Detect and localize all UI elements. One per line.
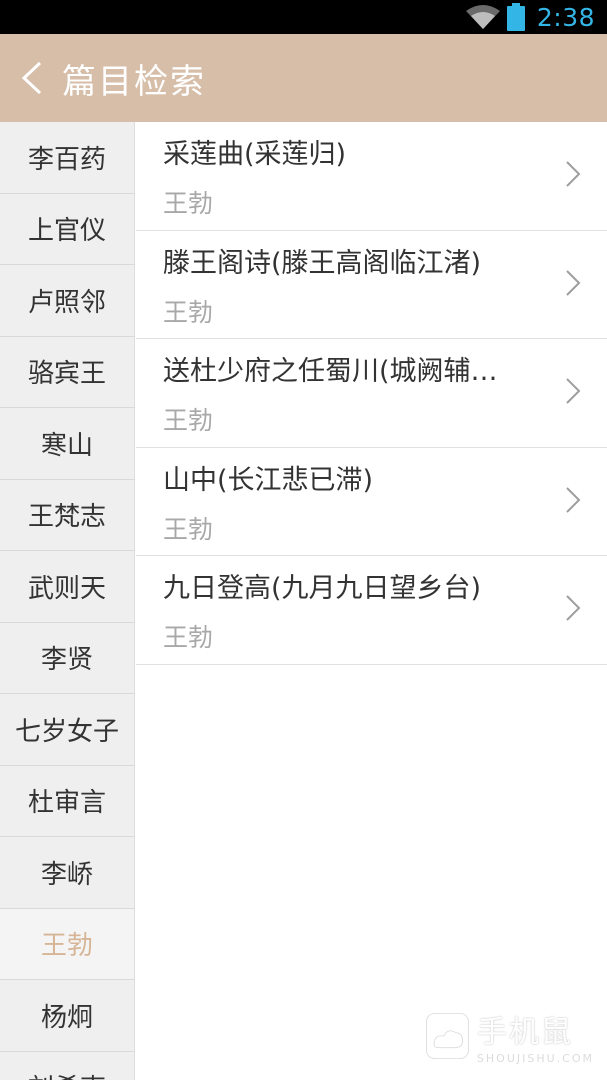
sidebar-item-poet[interactable]: 杜审言 <box>0 765 134 837</box>
sidebar-item-poet[interactable]: 刘希夷 <box>0 1051 134 1080</box>
poem-author: 王勃 <box>163 189 214 218</box>
poem-title: 山中(长江悲已滞) <box>163 464 374 496</box>
poem-title: 九日登高(九月九日望乡台) <box>163 573 482 604</box>
poem-author: 王勃 <box>163 514 214 544</box>
chevron-right-icon <box>566 269 581 296</box>
watermark-logo-icon <box>424 1011 471 1061</box>
wifi-icon <box>465 5 500 29</box>
back-button[interactable] <box>2 34 62 122</box>
sidebar-item-poet[interactable]: 上官仪 <box>0 193 134 265</box>
poem-author: 王勃 <box>163 406 214 435</box>
sidebar-item-poet[interactable]: 七岁女子 <box>0 694 134 766</box>
sidebar-item-poet[interactable]: 卢照邻 <box>0 265 134 337</box>
poem-list: 采莲曲(采莲归) 王勃 滕王阁诗(滕王高阁临江渚) 王勃 送杜少府之任蜀川(城阙… <box>136 122 607 1080</box>
app-bar: 篇目检索 <box>0 34 607 122</box>
page-title: 篇目检索 <box>62 61 206 102</box>
poem-title: 滕王阁诗(滕王高阁临江渚) <box>163 247 482 279</box>
sidebar-item-poet[interactable]: 王梵志 <box>0 479 134 551</box>
poem-title: 采莲曲(采莲归) <box>163 139 347 170</box>
sidebar-item-poet-selected[interactable]: 王勃 <box>0 908 134 980</box>
sidebar-item-poet[interactable]: 李百药 <box>0 122 134 194</box>
watermark: 手机鼠 SHOUJISHU.COM <box>424 1003 594 1069</box>
poet-sidebar[interactable]: 李百药 上官仪 卢照邻 骆宾王 寒山 王梵志 武则天 李贤 七岁女子 杜审言 李… <box>0 122 135 1080</box>
chevron-right-icon <box>566 486 581 513</box>
watermark-subtext: SHOUJISHU.COM <box>476 1052 594 1065</box>
status-clock: 2:38 <box>536 2 595 32</box>
chevron-right-icon <box>566 161 581 187</box>
sidebar-item-poet[interactable]: 武则天 <box>0 551 134 623</box>
poem-list-item[interactable]: 九日登高(九月九日望乡台) 王勃 <box>136 556 607 665</box>
chevron-right-icon <box>566 378 581 404</box>
sidebar-item-poet[interactable]: 李贤 <box>0 622 134 694</box>
poem-author: 王勃 <box>163 623 214 652</box>
poem-list-item[interactable]: 山中(长江悲已滞) 王勃 <box>136 448 607 556</box>
watermark-text: 手机鼠 <box>476 1015 573 1050</box>
chevron-right-icon <box>566 595 581 621</box>
battery-icon <box>506 3 525 31</box>
sidebar-item-poet[interactable]: 李峤 <box>0 837 134 909</box>
chevron-left-icon <box>21 61 42 95</box>
sidebar-item-poet[interactable]: 骆宾王 <box>0 336 134 408</box>
poem-list-item[interactable]: 送杜少府之任蜀川(城阙辅… 王勃 <box>136 339 607 448</box>
poem-author: 王勃 <box>163 297 214 327</box>
poem-list-item[interactable]: 采莲曲(采莲归) 王勃 <box>136 122 607 231</box>
poem-title: 送杜少府之任蜀川(城阙辅… <box>163 356 498 387</box>
sidebar-item-poet[interactable]: 杨炯 <box>0 980 134 1052</box>
status-bar: 2:38 <box>0 0 607 34</box>
sidebar-item-poet[interactable]: 寒山 <box>0 408 134 480</box>
poem-list-item[interactable]: 滕王阁诗(滕王高阁临江渚) 王勃 <box>136 231 607 339</box>
